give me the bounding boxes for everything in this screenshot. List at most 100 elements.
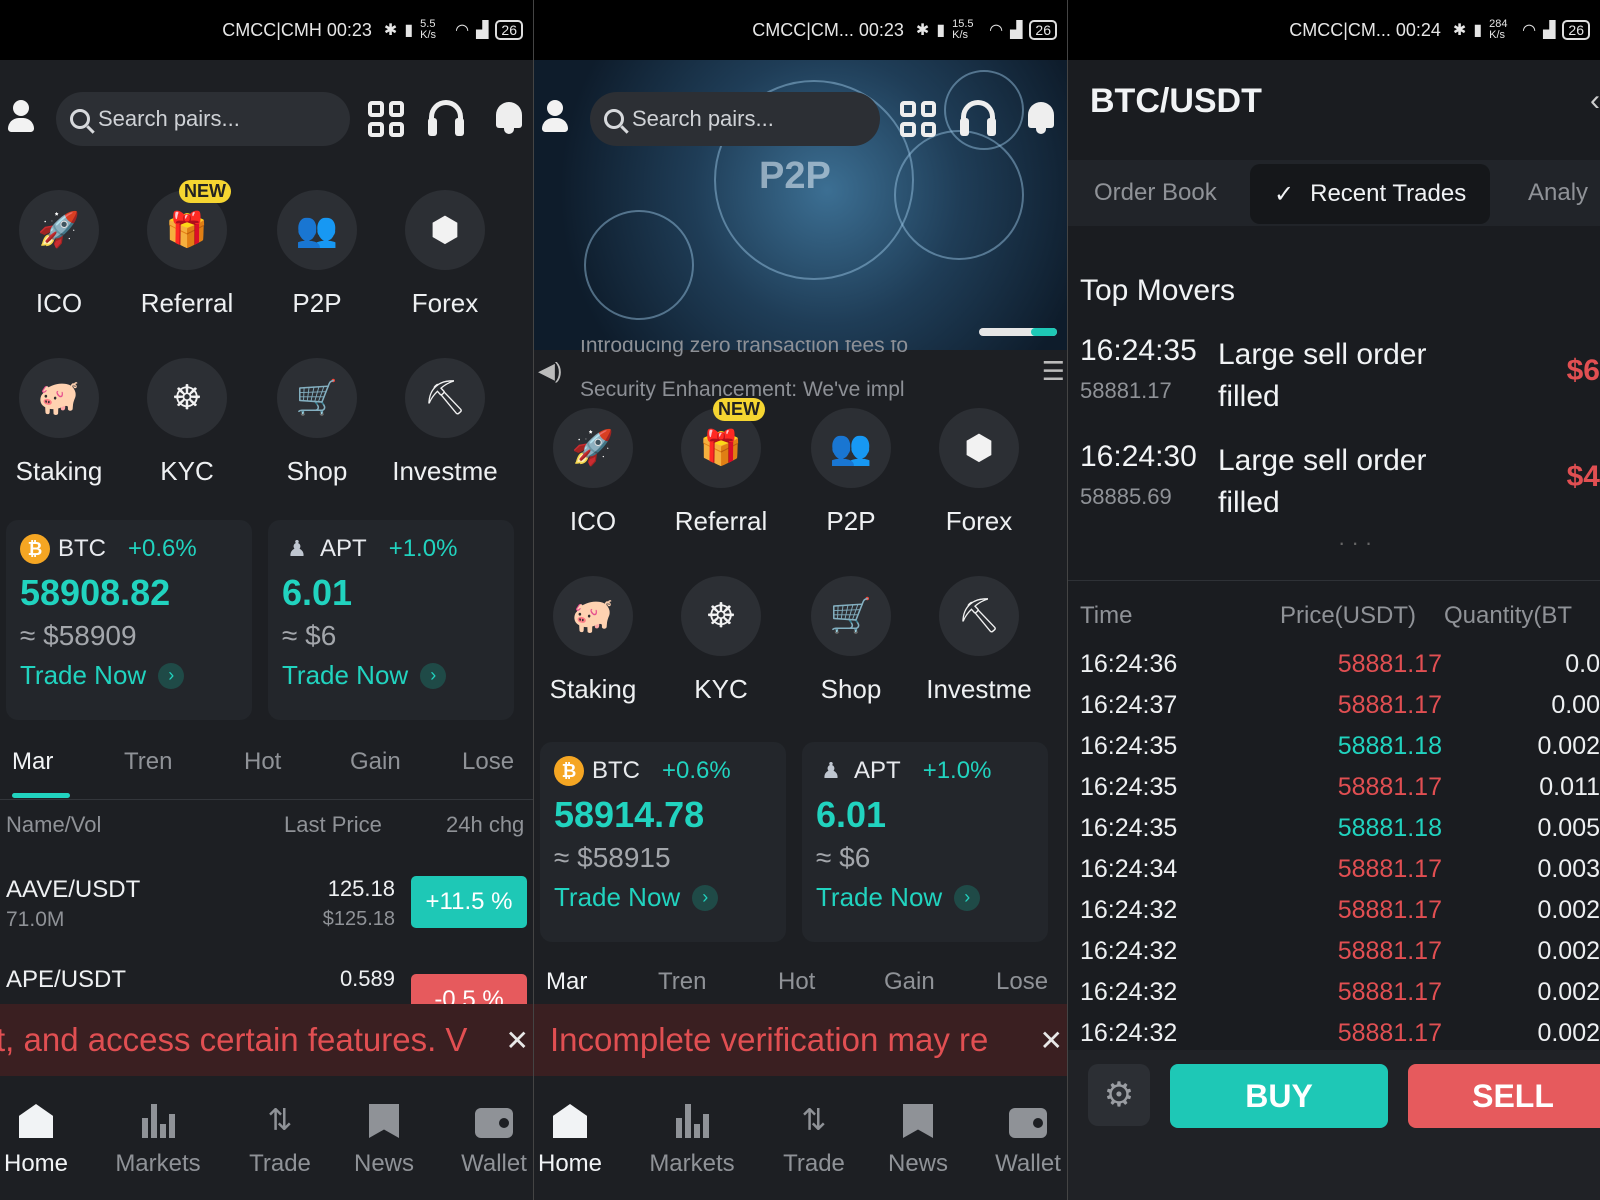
trade-now-label: Trade Now [816,882,943,912]
tab-hot[interactable]: Hot [244,748,281,776]
apt-coin-icon: ♟ [287,536,307,561]
shortcut-referral[interactable]: 🎁 NEW Referral [122,180,252,319]
menu-icon[interactable]: ☰ [1042,356,1065,387]
table-row[interactable]: 16:24:32 58881.17 0.002 [1080,896,1600,936]
table-row[interactable]: 16:24:35 58881.18 0.002 [1080,732,1600,772]
shortcut-kyc[interactable]: ☸ KYC [656,576,786,705]
carrier-time: CMCC|CM... 00:24 [1289,19,1441,40]
shortcut-ico[interactable]: 🚀 ICO [534,408,658,537]
tab-recent-trades[interactable]: ✓ Recent Trades [1250,164,1491,224]
tab-analysis[interactable]: Analy [1528,160,1588,226]
trade-now-link[interactable]: Trade Now › [816,882,1034,913]
gear-icon[interactable]: ⚙ [1088,1064,1150,1126]
tab-hot[interactable]: Hot [778,968,815,996]
tab-losers[interactable]: Lose [462,748,514,776]
sell-button[interactable]: SELL [1408,1064,1600,1128]
card-symbol: BTC [58,535,106,562]
tab-order-book[interactable]: Order Book [1094,160,1217,226]
banner-ring [584,210,694,320]
trade-now-link[interactable]: Trade Now › [554,882,772,913]
trade-price: 58881.17 [1337,1019,1442,1047]
shortcut-forex[interactable]: ⬢ Forex [380,190,510,319]
banner-ring [894,130,1024,260]
tab-markets[interactable]: Mar [546,968,587,996]
shortcut-staking[interactable]: 🐖 Staking [534,576,658,705]
shortcut-forex[interactable]: ⬢ Forex [914,408,1044,537]
shortcut-p2p[interactable]: 👥 P2P [786,408,916,537]
headset-icon[interactable] [428,100,464,138]
shortcut-label: P2P [826,506,876,536]
trade-arrows-icon: ⇅ [801,1104,827,1137]
ticker-card-btc[interactable]: ₿ BTC +0.6% 58908.82 ≈ $58909 Trade Now › [6,520,252,720]
shortcut-shop[interactable]: 🛒 Shop [786,576,916,705]
net-speed: 284 K/s [1489,18,1508,41]
ticker-card-apt[interactable]: ♟ APT +1.0% 6.01 ≈ $6 Trade Now › [802,742,1048,942]
nav-news[interactable]: News [334,1098,434,1178]
headset-icon[interactable] [960,100,996,138]
close-icon[interactable]: ✕ [1040,1024,1063,1057]
table-row[interactable]: 16:24:32 58881.17 0.002 [1080,937,1600,977]
shortcut-investment[interactable]: ⛏ Investme [914,576,1044,705]
close-icon[interactable]: ✕ [506,1024,529,1057]
table-row[interactable]: 16:24:35 58881.18 0.005 [1080,814,1600,854]
tab-trending[interactable]: Tren [658,968,706,996]
ticker-card-btc[interactable]: ₿ BTC +0.6% 58914.78 ≈ $58915 Trade Now › [540,742,786,942]
bell-icon[interactable] [492,98,526,136]
chevron-left-icon[interactable]: ‹ [1590,84,1600,118]
nav-wallet[interactable]: Wallet [978,1098,1067,1178]
mover-item[interactable]: 16:24:35 58881.17 Large sell order fille… [1080,334,1600,424]
shortcut-ico[interactable]: 🚀 ICO [0,190,124,319]
nav-trade[interactable]: ⇅ Trade [764,1098,864,1178]
nav-label: Wallet [461,1150,527,1177]
qr-scan-icon[interactable] [900,101,936,137]
profile-icon[interactable] [540,100,570,136]
nav-markets[interactable]: Markets [108,1098,208,1178]
bell-icon[interactable] [1024,98,1058,136]
shortcut-label: Staking [15,456,103,486]
shortcut-referral[interactable]: 🎁 NEW Referral [656,398,786,537]
qr-scan-icon[interactable] [368,101,404,137]
trade-now-link[interactable]: Trade Now › [20,660,238,691]
search-input[interactable]: Search pairs... [56,92,350,146]
trade-time: 16:24:35 [1080,773,1178,801]
nav-news[interactable]: News [868,1098,968,1178]
shortcut-shop[interactable]: 🛒 Shop [252,358,382,487]
search-input[interactable]: Search pairs... [590,92,880,146]
verification-warning-banner[interactable]: t, and access certain features. V ✕ [0,1004,533,1076]
shortcut-p2p[interactable]: 👥 P2P [252,190,382,319]
profile-icon[interactable] [6,100,36,136]
cart-icon: 🛒 [277,358,357,438]
trade-now-link[interactable]: Trade Now › [282,660,500,691]
table-row[interactable]: 16:24:36 58881.17 0.0 [1080,650,1600,690]
table-row[interactable]: 16:24:32 58881.17 0.002 [1080,978,1600,1018]
verification-warning-banner[interactable]: Incomplete verification may re ✕ [534,1004,1067,1076]
nav-markets[interactable]: Markets [642,1098,742,1178]
shortcut-staking[interactable]: 🐖 Staking [0,358,124,487]
tab-markets[interactable]: Mar [12,748,53,776]
table-row[interactable]: AAVE/USDT 71.0M 125.18 $125.18 +11.5 % [0,876,533,938]
mover-item[interactable]: 16:24:30 58885.69 Large sell order fille… [1080,440,1600,530]
banner-p2p-text: P2P [759,155,831,197]
table-row[interactable]: 16:24:37 58881.17 0.00 [1080,691,1600,731]
shortcut-kyc[interactable]: ☸ KYC [122,358,252,487]
nav-home[interactable]: Home [534,1098,620,1178]
shortcut-label: Shop [820,674,882,704]
tab-trending[interactable]: Tren [124,748,172,776]
home-screen-1: CMCC|CMH 00:23 ✱ ▮ 5.5 K/s ◠ ▟ 26 Search… [0,0,533,1200]
table-row[interactable]: APE/USDT 0.589 -0.5 % [0,966,533,1006]
table-row[interactable]: 16:24:34 58881.17 0.003 [1080,855,1600,895]
news-ticker[interactable]: ◀) Introducing zero transaction fees fo … [534,340,1067,410]
shortcut-label: Referral [674,506,768,536]
tab-gainers[interactable]: Gain [884,968,935,996]
signal-icon: ▟ [1010,22,1023,39]
tab-gainers[interactable]: Gain [350,748,401,776]
shortcut-investment[interactable]: ⛏ Investme [380,358,510,487]
nav-home[interactable]: Home [0,1098,86,1178]
table-row[interactable]: 16:24:35 58881.17 0.011 [1080,773,1600,813]
nav-trade[interactable]: ⇅ Trade [230,1098,330,1178]
tab-losers[interactable]: Lose [996,968,1048,996]
nav-label: Markets [115,1150,201,1177]
nav-wallet[interactable]: Wallet [444,1098,533,1178]
ticker-card-apt[interactable]: ♟ APT +1.0% 6.01 ≈ $6 Trade Now › [268,520,514,720]
buy-button[interactable]: BUY [1170,1064,1388,1128]
